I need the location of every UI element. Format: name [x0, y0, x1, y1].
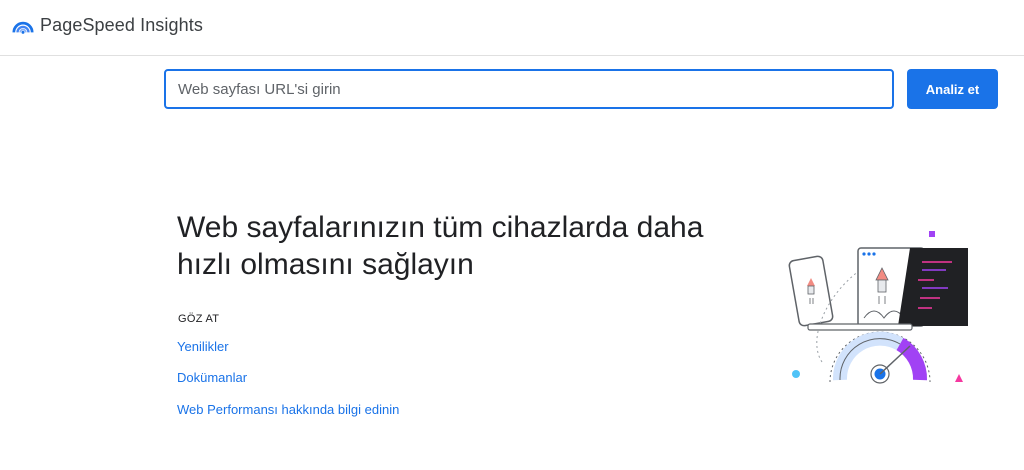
pagespeed-gauge-icon	[12, 21, 34, 34]
speed-illustration	[788, 231, 968, 384]
phone-icon	[788, 255, 834, 327]
explore-heading: GÖZ AT	[178, 313, 220, 325]
top-bar: PageSpeed Insights	[0, 0, 1024, 56]
hero-title: Web sayfalarınızın tüm cihazlarda daha h…	[177, 211, 704, 281]
decor-dot	[792, 370, 800, 378]
decor-triangle	[955, 374, 963, 382]
code-panel-icon	[898, 248, 968, 326]
analyze-button[interactable]: Analiz et	[907, 69, 998, 109]
link-documentation[interactable]: Dokümanlar	[177, 370, 247, 385]
app-logo-link[interactable]: PageSpeed Insights	[12, 14, 203, 36]
link-learn-web-performance[interactable]: Web Performansı hakkında bilgi edinin	[177, 402, 399, 417]
url-input[interactable]	[164, 69, 894, 109]
link-whats-new[interactable]: Yenilikler	[177, 339, 229, 354]
speed-gauge-icon	[829, 331, 931, 384]
app-title: PageSpeed Insights	[40, 14, 203, 35]
decor-square	[929, 231, 935, 237]
